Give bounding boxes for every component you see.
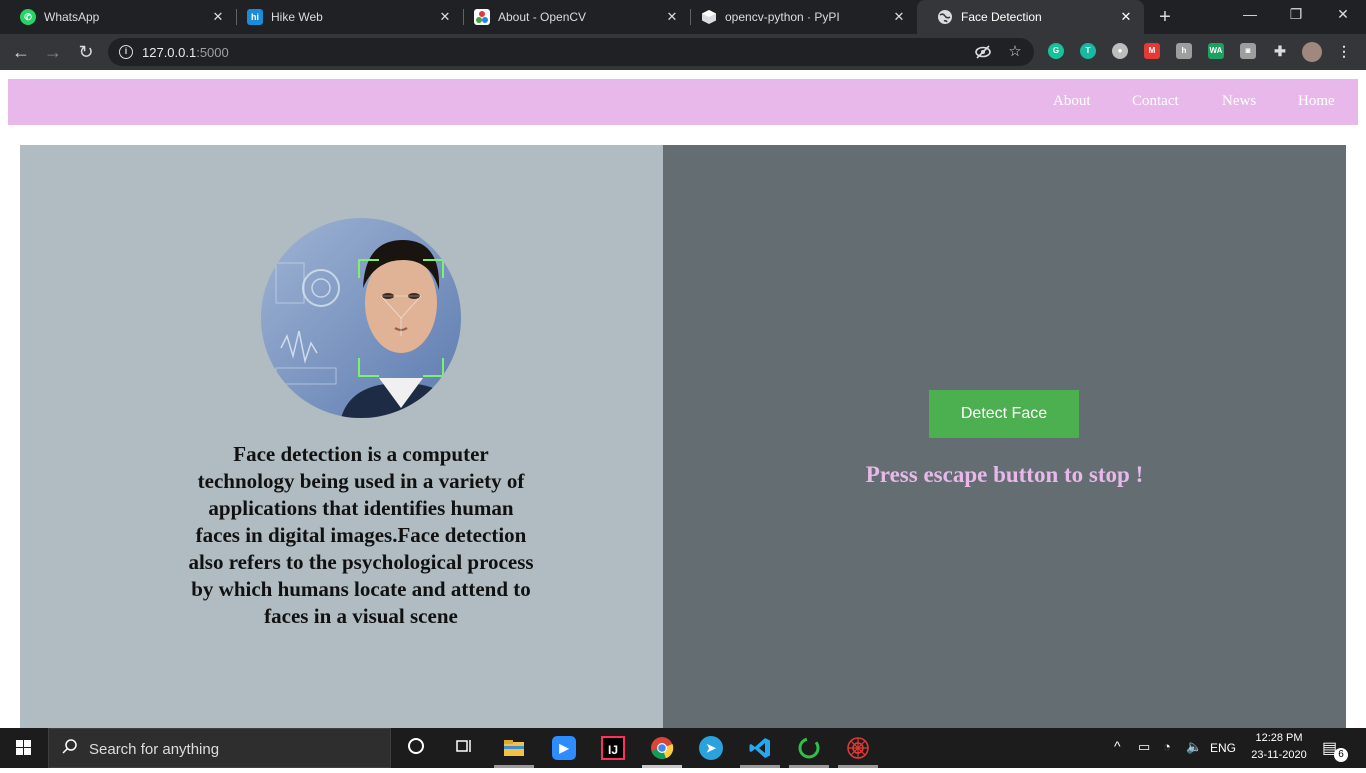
tab-whatsapp[interactable]: ✆ WhatsApp ✕ <box>0 0 236 34</box>
browser-toolbar: ← → ↻ i 127.0.0.1:5000 ☆ G T ● M h WA ◙ … <box>0 34 1366 70</box>
new-tab-button[interactable]: + <box>1154 6 1176 28</box>
close-window-button[interactable]: ✕ <box>1320 0 1366 30</box>
zoom-icon[interactable]: ▶ <box>552 736 576 760</box>
avatar[interactable] <box>1302 42 1322 62</box>
escape-instruction: Press escape button to stop ! <box>865 462 1144 487</box>
extension-red-icon[interactable]: M <box>1144 43 1160 59</box>
language-indicator[interactable]: ENG <box>1210 741 1236 755</box>
start-button[interactable] <box>0 728 48 768</box>
detect-face-button[interactable]: Detect Face <box>929 390 1079 438</box>
notification-count-badge: 6 <box>1334 748 1348 762</box>
search-icon <box>61 738 81 758</box>
star-icon[interactable]: ☆ <box>1006 43 1024 61</box>
wifi-icon[interactable]: ◔ <box>1163 739 1171 754</box>
clock-time[interactable]: 12:28 PM <box>1246 732 1312 744</box>
loading-app-icon[interactable] <box>797 736 821 760</box>
translate-icon[interactable]: T <box>1080 43 1096 59</box>
forward-arrow-icon[interactable]: → <box>41 40 65 64</box>
chevron-up-icon[interactable]: ^ <box>1114 738 1121 754</box>
tab-title: Face Detection <box>961 10 1042 24</box>
puzzle-icon[interactable]: ✚ <box>1272 43 1288 59</box>
eye-slash-icon[interactable] <box>974 43 992 61</box>
intellij-icon[interactable]: IJ <box>601 736 625 760</box>
record-icon[interactable]: ● <box>1112 43 1128 59</box>
spider-web-icon[interactable] <box>846 736 870 760</box>
vscode-icon[interactable] <box>748 736 772 760</box>
grammarly-icon[interactable]: G <box>1048 43 1064 59</box>
task-view-icon[interactable] <box>452 736 476 760</box>
tab-about-opencv[interactable]: About - OpenCV ✕ <box>454 0 690 34</box>
info-icon[interactable]: i <box>119 45 133 59</box>
tab-opencv-pypi[interactable]: opencv-python · PyPI ✕ <box>681 0 917 34</box>
tab-title: About - OpenCV <box>498 10 587 24</box>
face-scan-image <box>261 218 461 418</box>
site-navbar: About Contact News Home <box>8 79 1358 125</box>
url-port: :5000 <box>196 45 229 60</box>
volume-icon[interactable]: 🔈 <box>1186 739 1202 755</box>
close-icon[interactable]: ✕ <box>437 9 453 25</box>
close-icon[interactable]: ✕ <box>891 9 907 25</box>
windows-taskbar: Search for anything ▶ IJ ➤ ^ ▭ ◔ 🔈 ENG 1… <box>0 728 1366 768</box>
file-explorer-icon[interactable] <box>502 736 526 760</box>
description-text: Face detection is a computer technology … <box>188 442 534 628</box>
cortana-icon[interactable] <box>404 736 428 760</box>
pypi-icon <box>701 9 717 25</box>
tab-title: Hike Web <box>271 10 323 24</box>
web-page: About Contact News Home Face detection i… <box>0 70 1366 728</box>
back-arrow-icon[interactable]: ← <box>9 40 33 64</box>
nav-about-link[interactable]: About <box>1053 93 1091 110</box>
close-icon[interactable]: ✕ <box>664 9 680 25</box>
chrome-icon[interactable] <box>650 736 674 760</box>
tab-face-detection[interactable]: Face Detection ✕ <box>917 0 1144 34</box>
info-panel: Face detection is a computer technology … <box>20 145 663 728</box>
reload-icon[interactable]: ↻ <box>74 40 98 64</box>
restore-button[interactable]: ❐ <box>1273 0 1319 30</box>
globe-icon <box>937 9 953 25</box>
camera-icon[interactable]: ◙ <box>1240 43 1256 59</box>
close-icon[interactable]: ✕ <box>1118 9 1134 25</box>
action-panel: Detect Face Press escape button to stop … <box>663 145 1346 728</box>
whatsapp-extension-icon[interactable]: WA <box>1208 43 1224 59</box>
tab-title: opencv-python · PyPI <box>725 10 840 24</box>
whatsapp-icon: ✆ <box>20 9 36 25</box>
search-placeholder: Search for anything <box>89 741 220 758</box>
menu-dots-icon[interactable]: ⋮ <box>1336 43 1352 59</box>
minimize-button[interactable]: — <box>1227 0 1273 30</box>
url-text: 127.0.0.1:5000 <box>142 45 229 60</box>
windows-icon <box>16 740 31 755</box>
telegram-icon[interactable]: ➤ <box>699 736 723 760</box>
tab-strip: ✆ WhatsApp ✕ hi Hike Web ✕ About - OpenC… <box>0 0 1366 34</box>
nav-home-link[interactable]: Home <box>1298 93 1335 110</box>
nav-news-link[interactable]: News <box>1222 93 1256 110</box>
taskbar-search[interactable]: Search for anything <box>48 728 391 768</box>
battery-icon[interactable]: ▭ <box>1138 739 1150 755</box>
close-icon[interactable]: ✕ <box>210 9 226 25</box>
extension-grey-icon[interactable]: h <box>1176 43 1192 59</box>
opencv-icon <box>474 9 490 25</box>
address-bar[interactable]: i 127.0.0.1:5000 ☆ <box>108 38 1034 66</box>
clock-date[interactable]: 23-11-2020 <box>1246 749 1312 761</box>
tab-title: WhatsApp <box>44 10 100 24</box>
nav-contact-link[interactable]: Contact <box>1132 93 1179 110</box>
tab-hike-web[interactable]: hi Hike Web ✕ <box>227 0 463 34</box>
url-host: 127.0.0.1 <box>142 45 197 60</box>
hike-icon: hi <box>247 9 263 25</box>
